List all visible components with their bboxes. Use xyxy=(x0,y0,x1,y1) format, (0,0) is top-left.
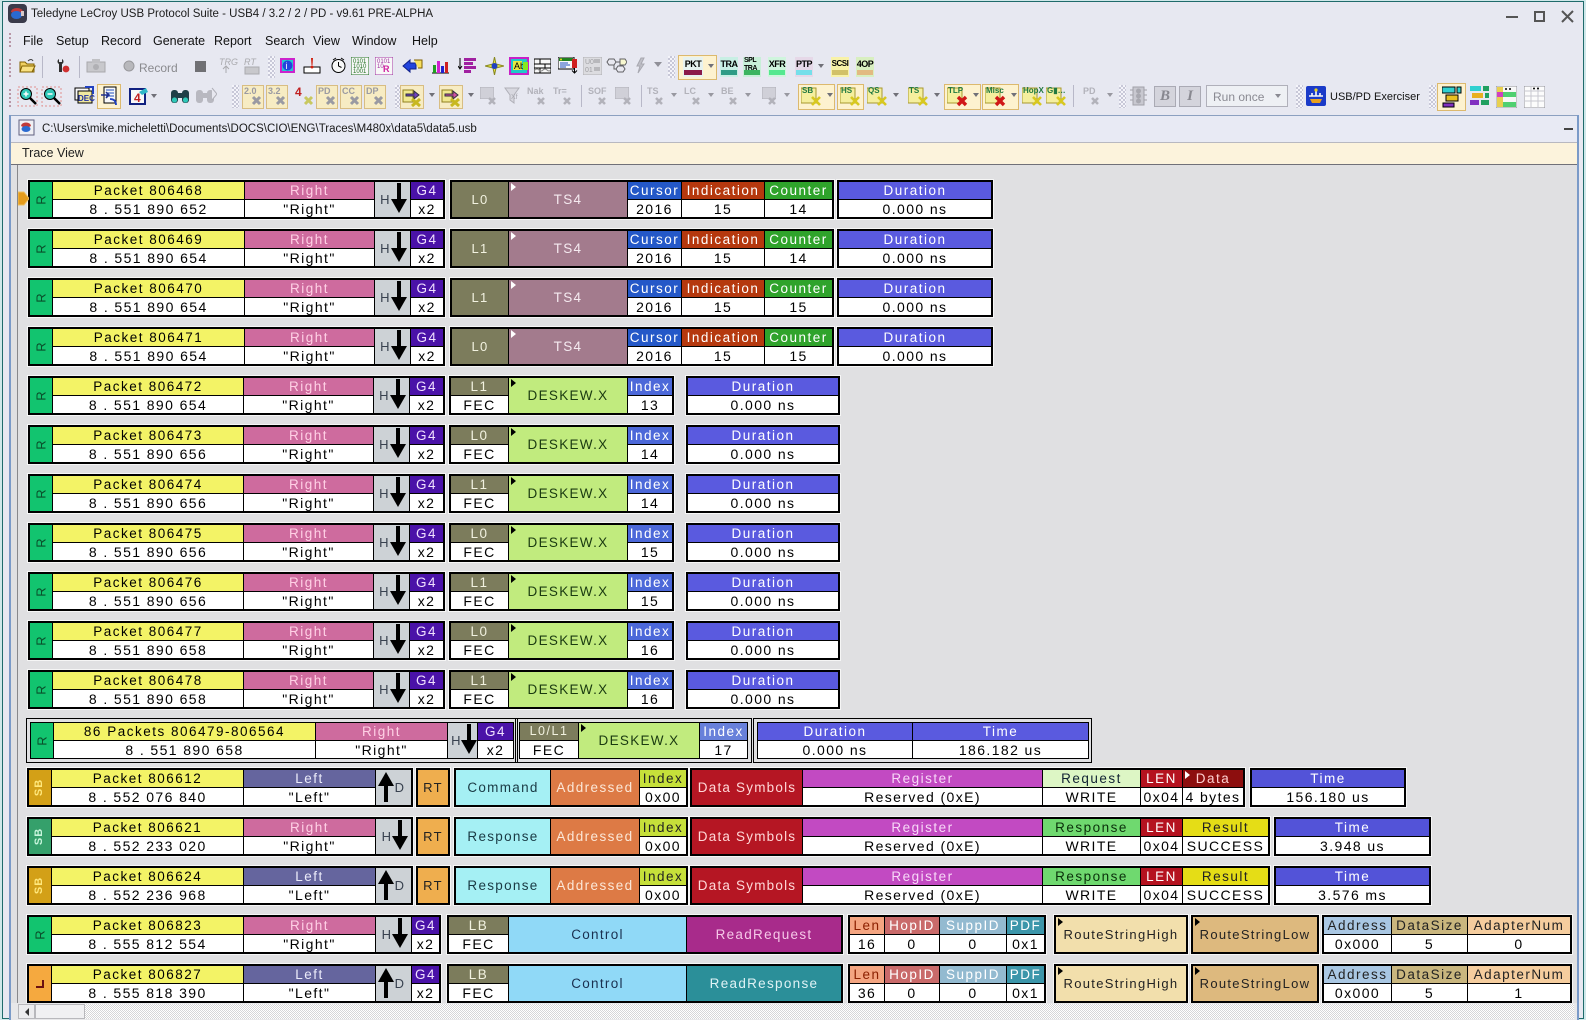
svg-text:TRG: TRG xyxy=(219,57,238,67)
svg-text:U0: U0 xyxy=(585,59,594,66)
svg-text:RT: RT xyxy=(244,57,257,67)
svg-text:R: R xyxy=(383,64,390,74)
svg-text:4: 4 xyxy=(134,91,141,105)
svg-text:01: 01 xyxy=(585,67,593,74)
svg-text:i: i xyxy=(286,61,288,71)
svg-text:DEC: DEC xyxy=(78,94,95,103)
svg-text:1001: 1001 xyxy=(353,69,367,75)
svg-text:Xf: Xf xyxy=(511,94,518,101)
